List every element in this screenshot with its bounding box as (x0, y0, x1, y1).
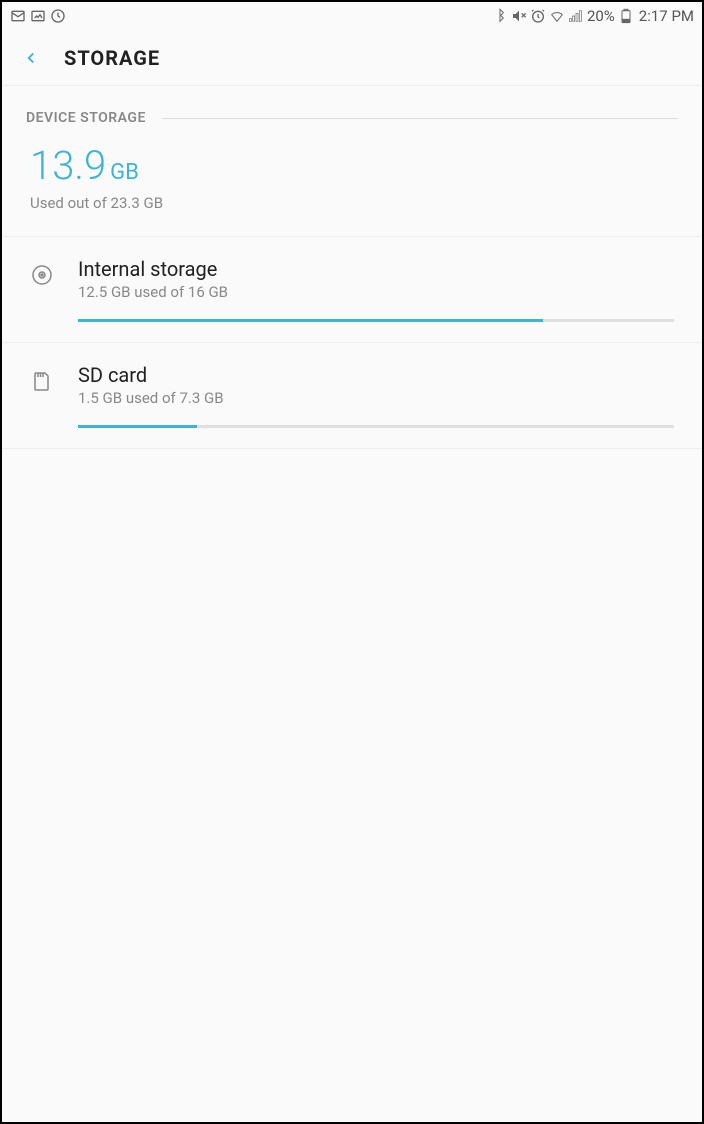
sync-icon (50, 8, 66, 24)
internal-storage-title: Internal storage (78, 257, 674, 281)
status-left-icons (10, 8, 66, 24)
status-bar: 20% 2:17 PM (2, 2, 702, 30)
battery-percent: 20% (587, 7, 615, 25)
app-bar: STORAGE (2, 30, 702, 86)
internal-storage-body: Internal storage 12.5 GB used of 16 GB (78, 257, 674, 322)
alarm-icon (530, 8, 546, 24)
sdcard-storage-progress (78, 425, 674, 428)
total-used-subtitle: Used out of 23.3 GB (30, 194, 674, 212)
status-time: 2:17 PM (639, 7, 694, 25)
image-icon (30, 8, 46, 24)
page-title: STORAGE (64, 46, 160, 70)
section-header: DEVICE STORAGE (2, 86, 702, 134)
sdcard-storage-progress-fill (78, 425, 197, 428)
back-icon[interactable] (22, 49, 40, 67)
sdcard-storage-subtitle: 1.5 GB used of 7.3 GB (78, 389, 674, 407)
status-right-icons: 20% 2:17 PM (492, 7, 694, 25)
internal-storage-subtitle: 12.5 GB used of 16 GB (78, 283, 674, 301)
total-used-value: 13.9 (30, 142, 106, 189)
total-storage-value-row: 13.9GB (30, 146, 674, 186)
mail-icon (10, 8, 26, 24)
signal-icon (568, 8, 584, 24)
sdcard-icon (30, 369, 54, 393)
internal-storage-row[interactable]: Internal storage 12.5 GB used of 16 GB (2, 237, 702, 343)
section-label: DEVICE STORAGE (26, 110, 146, 126)
mute-icon (511, 8, 527, 24)
wifi-icon (549, 8, 565, 24)
internal-storage-progress (78, 319, 674, 322)
sdcard-storage-title: SD card (78, 363, 674, 387)
sdcard-storage-body: SD card 1.5 GB used of 7.3 GB (78, 363, 674, 428)
disc-icon (30, 263, 54, 287)
section-divider (162, 118, 678, 119)
internal-storage-progress-fill (78, 319, 543, 322)
total-storage-block: 13.9GB Used out of 23.3 GB (2, 134, 702, 237)
total-used-unit: GB (110, 160, 139, 185)
sdcard-storage-row[interactable]: SD card 1.5 GB used of 7.3 GB (2, 343, 702, 449)
bluetooth-icon (492, 8, 508, 24)
battery-icon (618, 8, 634, 24)
